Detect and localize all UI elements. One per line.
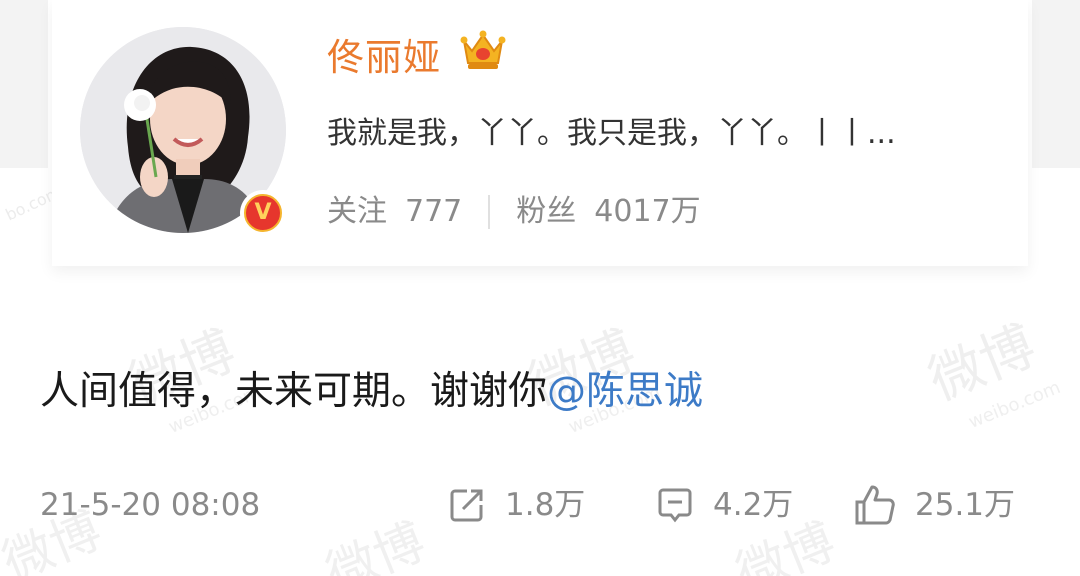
post-text: 人间值得，未来可期。谢谢你@陈思诚	[40, 366, 703, 418]
comment-count: 4.2万	[713, 487, 794, 523]
like-button[interactable]: 25.1万	[853, 480, 1015, 530]
thumbs-up-icon	[855, 485, 895, 525]
follow-count[interactable]: 777	[405, 190, 462, 234]
comment-button[interactable]: 4.2万	[655, 480, 793, 530]
post-timestamp: 21-5-20 08:08	[40, 487, 261, 523]
weibo-watermark: 微博 weibo.com	[920, 314, 1064, 433]
svg-text:weibo.com: weibo.com	[966, 377, 1064, 433]
left-background-strip	[0, 0, 48, 168]
fans-label[interactable]: 粉丝	[516, 190, 576, 234]
fans-count[interactable]: 4017万	[594, 190, 700, 234]
username[interactable]: 佟丽娅	[327, 36, 441, 80]
repost-count: 1.8万	[505, 487, 586, 523]
right-background-strip	[1032, 0, 1080, 168]
weibo-watermark: bo.com	[3, 182, 60, 224]
svg-text:微博: 微博	[920, 314, 1044, 413]
profile-bio: 我就是我，丫丫。我只是我，丫丫。丨丨...	[327, 116, 896, 151]
verified-badge-label: V	[244, 194, 282, 232]
post-footer: 21-5-20 08:08 1.8万 4.2万 25.1万	[0, 480, 1080, 530]
weibo-post-screen: bo.com 微博 weibo.com 微博 weibo.com 微博 weib…	[0, 0, 1080, 576]
mention-link[interactable]: @陈思诚	[547, 369, 703, 414]
post-body: 人间值得，未来可期。谢谢你	[40, 369, 548, 414]
repost-icon	[450, 489, 483, 522]
repost-button[interactable]: 1.8万	[447, 480, 585, 530]
follow-label[interactable]: 关注	[327, 190, 387, 234]
verified-v-icon: V	[240, 190, 286, 236]
stats-divider	[488, 195, 491, 229]
profile-stats: 关注 777 粉丝 4017万	[327, 190, 701, 234]
crown-icon[interactable]	[458, 27, 508, 73]
like-count: 25.1万	[915, 487, 1016, 523]
comment-icon	[658, 488, 692, 523]
